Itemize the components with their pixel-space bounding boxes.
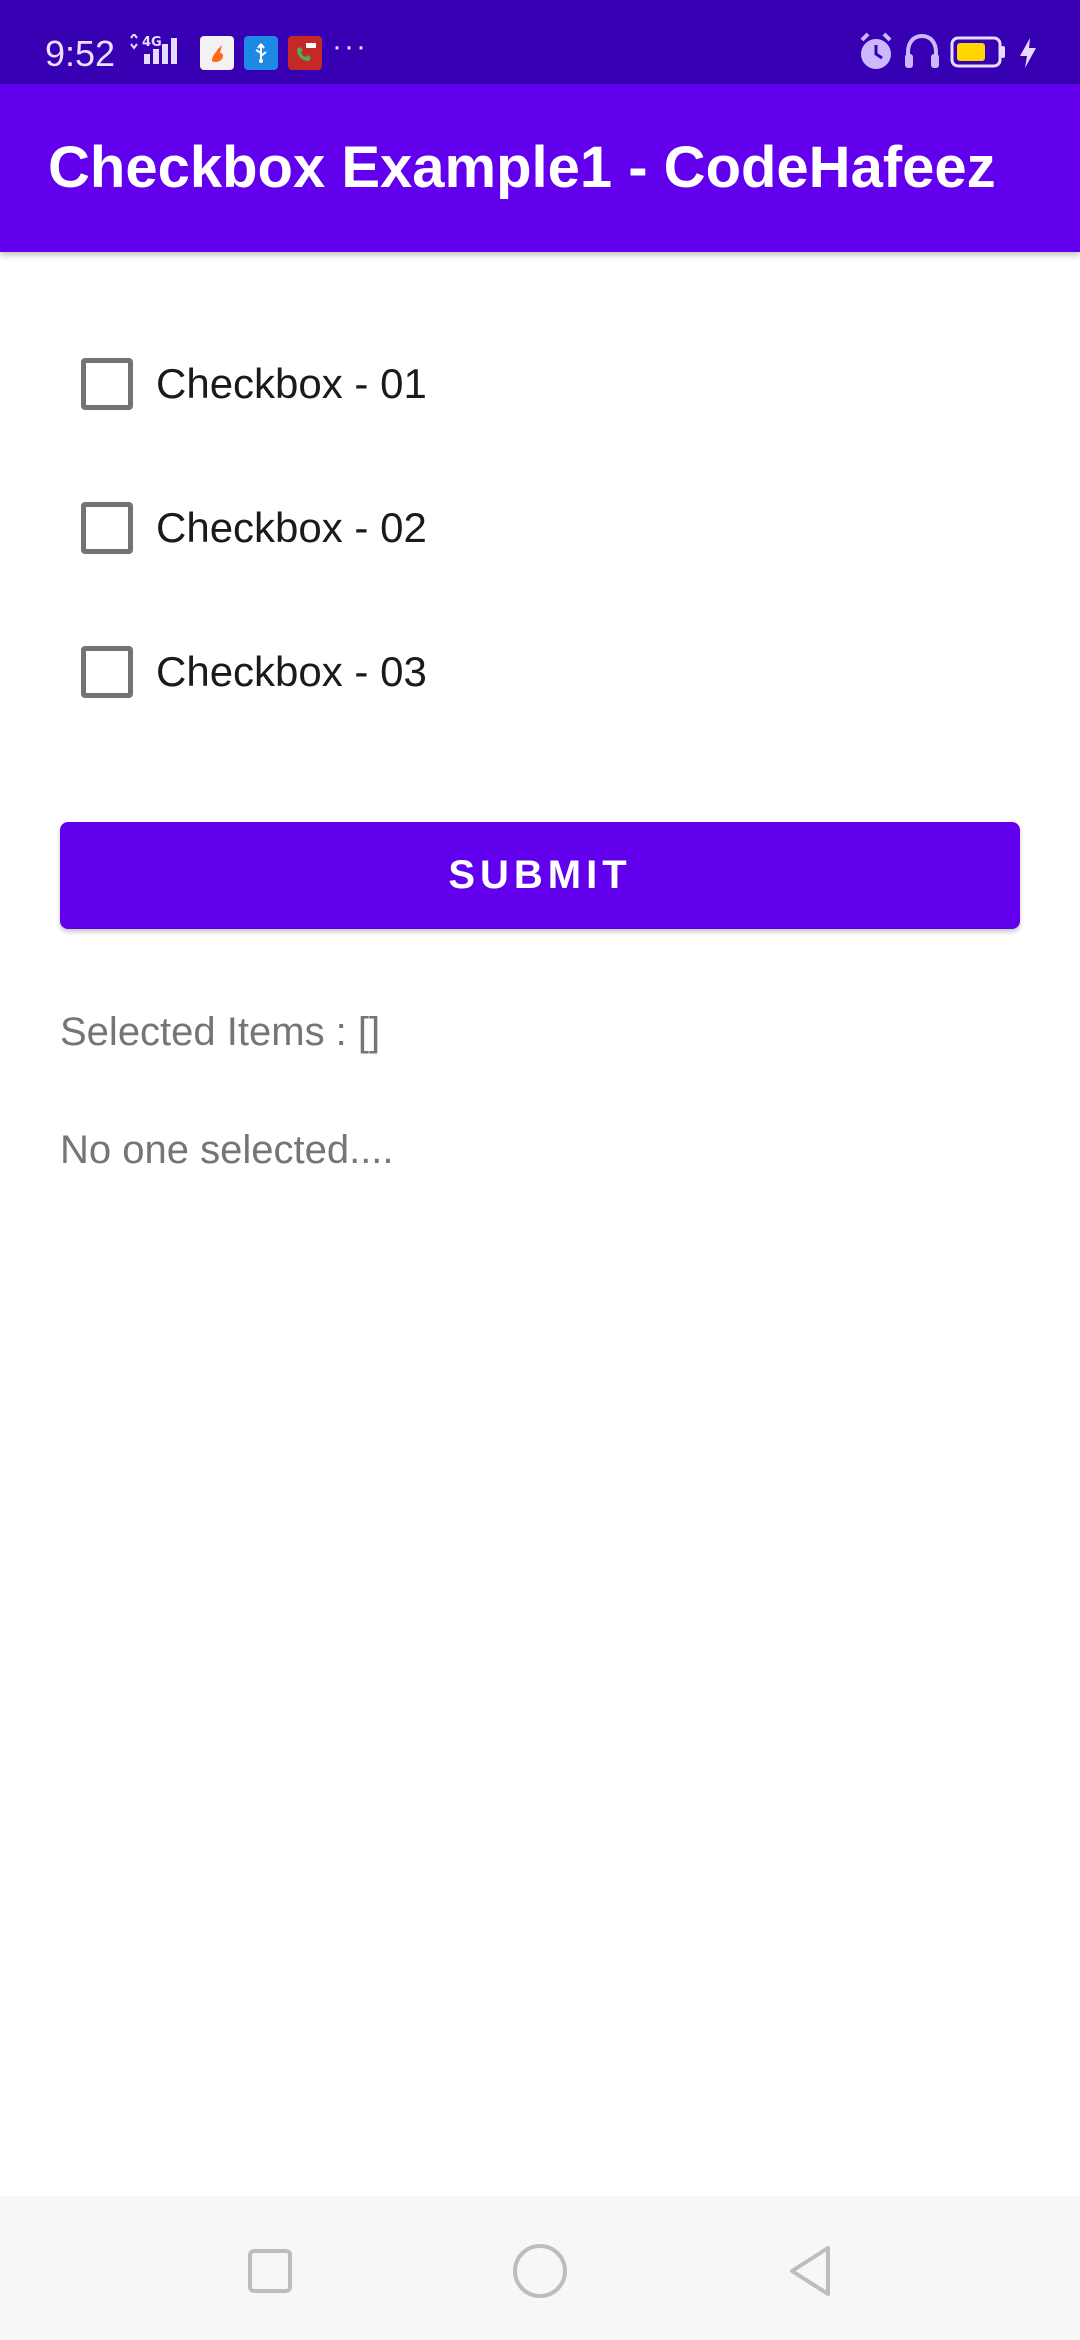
app-notification-icon <box>200 36 234 70</box>
network-type-label: 4G <box>142 35 162 50</box>
selection-message: No one selected.... <box>60 1128 394 1172</box>
status-bar: 9:52 4G ··· <box>0 0 1080 84</box>
call-recording-icon <box>288 36 322 70</box>
recents-square-icon[interactable] <box>235 2236 305 2306</box>
checkbox-box[interactable] <box>81 646 133 698</box>
checkbox-03[interactable]: Checkbox - 03 <box>60 622 960 722</box>
app-title: Checkbox Example1 - CodeHafeez <box>48 135 996 200</box>
home-circle-icon[interactable] <box>505 2236 575 2306</box>
app-bar: Checkbox Example1 - CodeHafeez <box>0 84 1080 252</box>
selected-items-text: Selected Items : [] <box>60 1010 381 1054</box>
checkbox-01[interactable]: Checkbox - 01 <box>60 334 960 434</box>
submit-button[interactable]: SUBMIT <box>60 822 1020 929</box>
checkbox-label: Checkbox - 01 <box>156 360 427 407</box>
checkbox-label: Checkbox - 03 <box>156 648 427 695</box>
signal-icon: 4G <box>130 34 177 64</box>
headphones-icon <box>905 33 939 68</box>
navigation-bar <box>0 2196 1080 2340</box>
battery-icon <box>950 36 1005 68</box>
charging-icon <box>1020 38 1036 68</box>
checkbox-box[interactable] <box>81 358 133 410</box>
checkbox-02[interactable]: Checkbox - 02 <box>60 478 960 578</box>
back-triangle-icon[interactable] <box>775 2236 845 2306</box>
status-time: 9:52 <box>45 33 116 74</box>
checkbox-label: Checkbox - 02 <box>156 504 427 551</box>
alarm-icon <box>860 32 892 69</box>
checkbox-box[interactable] <box>81 502 133 554</box>
usb-icon <box>244 36 278 70</box>
more-notifications-icon: ··· <box>332 30 368 63</box>
